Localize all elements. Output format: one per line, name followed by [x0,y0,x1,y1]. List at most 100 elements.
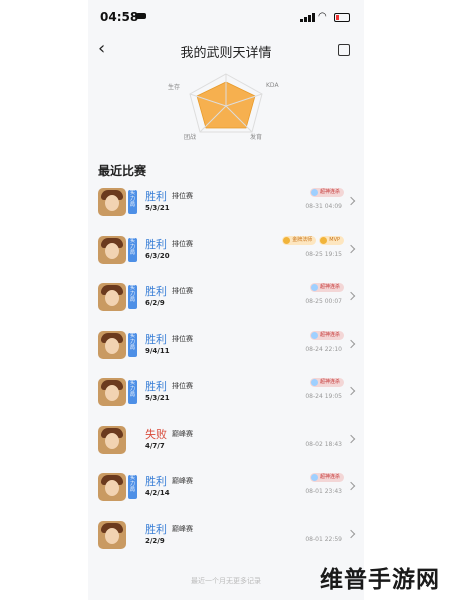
car-icon [136,13,146,19]
strength-tag: 实力局 [128,380,137,404]
match-kda: 9/4/11 [145,346,170,355]
match-time: 08-01 23:43 [305,488,342,495]
match-mode: 排位赛 [172,334,193,343]
gem-icon [310,474,318,481]
match-row[interactable]: 实力局 胜利 排位赛 5/3/21 超神连杀 08-24 19:05 [88,378,364,424]
radar-label-growth: 发育 [250,134,263,141]
match-row[interactable]: 实力局 胜利 排位赛 5/3/21 超神连杀 08-31 04:09 [88,188,364,234]
achievement-badge: 超神连杀 [309,330,344,340]
match-result: 胜利 [145,380,167,393]
achievement-badge: MVP [319,235,344,245]
match-result: 失败 [145,427,167,441]
match-row[interactable]: 实力局 胜利 巅峰赛 4/2/14 超神连杀 08-01 23:43 [88,473,364,519]
match-time: 08-02 18:43 [305,440,342,448]
match-kda: 6/3/20 [145,251,170,260]
match-time: 08-24 19:05 [305,393,342,400]
match-time: 08-01 22:59 [305,535,342,543]
signal-icon [300,12,316,22]
match-result: 胜利 [145,190,167,203]
radar-chart: 生存 KDA 团战 发育 [158,72,294,142]
radar-label-kda: KDA [266,82,279,89]
hero-avatar [98,473,126,501]
hero-avatar [98,283,126,311]
badge-label: 超神连杀 [319,284,340,290]
match-result: 胜利 [145,522,167,536]
header: ‹ 我的武则天详情 [88,38,364,66]
share-icon[interactable] [338,44,350,56]
chevron-right-icon [346,434,356,443]
badge-label: 超神连杀 [319,331,340,338]
match-result: 胜利 [145,332,167,346]
match-kda: 4/2/14 [145,489,170,497]
hero-avatar [98,235,126,264]
badge-group: 超神连杀 [309,188,344,198]
chevron-right-icon [346,529,356,538]
hero-avatar [98,378,126,406]
chevron-right-icon [346,481,356,491]
status-time: 04:58 [100,10,139,24]
badge-group: 超神连杀 [309,283,344,293]
badge-group: 超神连杀 [309,378,344,388]
match-result: 胜利 [145,475,167,488]
badge-group: 超神连杀 [309,473,344,483]
match-mode: 排位赛 [172,192,193,200]
badge-label: 金牌法师 [292,236,313,243]
match-mode: 排位赛 [172,382,193,390]
battery-icon [334,13,350,22]
match-row[interactable]: 失败 巅峰赛 4/7/7 08-02 18:43 [88,425,364,472]
match-row[interactable]: 实力局 胜利 排位赛 9/4/11 超神连杀 08-24 22:10 [88,330,364,377]
gem-icon [320,236,328,244]
chevron-right-icon [346,386,356,396]
strength-tag: 实力局 [128,475,137,499]
chevron-right-icon [346,196,356,206]
badge-label: 超神连杀 [319,474,340,480]
badge-label: 超神连杀 [319,379,340,385]
gem-icon [310,284,318,291]
strength-tag: 实力局 [128,190,137,214]
gem-icon [310,379,318,386]
match-time: 08-31 04:09 [305,203,342,210]
match-time: 08-24 22:10 [305,345,342,353]
match-kda: 5/3/21 [145,204,170,212]
match-mode: 排位赛 [172,287,193,295]
gem-icon [310,331,318,339]
phone-screen: 04:58 ◠ ‹ 我的武则天详情 生存 KDA 团战 发育 最近比赛 实力局胜… [88,0,364,600]
match-mode: 排位赛 [172,239,193,248]
hero-avatar [98,188,126,216]
match-row[interactable]: 实力局 胜利 排位赛 6/3/20 金牌法师 MVP 08-25 19:15 [88,235,364,282]
watermark: 维普手游网 [320,567,440,593]
wifi-icon: ◠ [318,11,327,22]
hero-avatar [98,520,126,549]
achievement-badge: 金牌法师 [282,235,317,245]
achievement-badge: 超神连杀 [309,378,344,387]
strength-tag: 实力局 [128,285,137,309]
match-row[interactable]: 实力局 胜利 排位赛 6/2/9 超神连杀 08-25 00:07 [88,283,364,329]
status-bar: 04:58 ◠ [88,0,364,34]
radar-label-teamfight: 团战 [184,134,197,141]
badge-group: 金牌法师 MVP [282,235,344,246]
match-result: 胜利 [145,285,167,298]
chevron-right-icon [346,339,356,348]
match-kda: 2/2/9 [145,536,165,545]
badge-label: MVP [329,236,340,243]
achievement-badge: 超神连杀 [309,188,344,197]
radar-label-survival: 生存 [168,84,181,91]
gem-icon [283,236,291,244]
match-mode: 巅峰赛 [172,477,193,485]
gem-icon [310,189,318,196]
strength-tag: 实力局 [128,332,137,357]
match-kda: 5/3/21 [145,394,170,402]
match-kda: 6/2/9 [145,299,165,307]
match-kda: 4/7/7 [145,441,165,450]
chevron-right-icon [346,291,356,301]
section-title: 最近比赛 [98,164,147,178]
strength-tag: 实力局 [128,237,137,262]
match-mode: 巅峰赛 [172,524,193,533]
match-result: 胜利 [145,237,167,251]
badge-group: 超神连杀 [309,330,344,341]
chevron-right-icon [346,244,356,253]
achievement-badge: 超神连杀 [309,283,344,292]
badge-label: 超神连杀 [319,189,340,195]
match-time: 08-25 19:15 [305,250,342,258]
hero-avatar [98,425,126,454]
